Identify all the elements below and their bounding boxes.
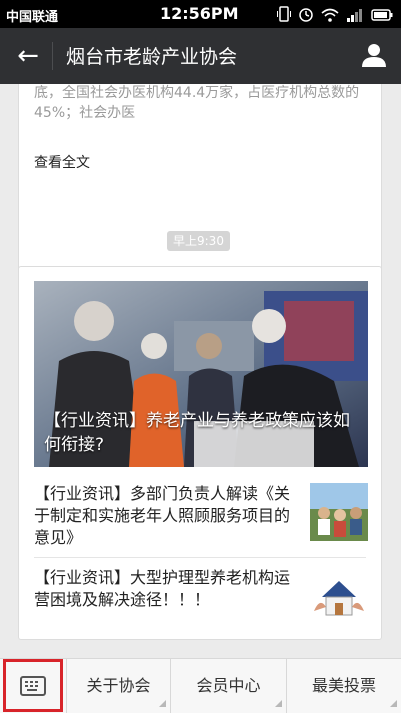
cover-caption: 【行业资讯】养老产业与养老政策应该如何衔接? [44, 411, 350, 455]
menu-tab-about[interactable]: 关于协会 [66, 659, 170, 713]
nav-divider [52, 42, 53, 70]
news-item[interactable]: 【行业资讯】大型护理型养老机构运营困境及解决途径！！！ [34, 565, 368, 639]
back-arrow-icon: ← [17, 41, 39, 71]
user-profile-button[interactable] [361, 42, 387, 68]
message-timestamp: 早上9:30 [167, 231, 230, 251]
signal-icon [346, 7, 364, 26]
submenu-indicator-icon [390, 700, 397, 707]
wifi-icon [321, 7, 339, 26]
nav-bar: ← 烟台市老龄产业协会 [0, 28, 401, 84]
news-item[interactable]: 【行业资讯】多部门负责人解读《关于制定和实施老年人照顾服务项目的意见》 [34, 481, 368, 555]
battery-icon [371, 7, 393, 26]
vibrate-icon [277, 6, 291, 26]
read-full-link[interactable]: 查看全文 [34, 152, 90, 172]
news-item-thumbnail [310, 567, 368, 625]
cover-article[interactable]: 【行业资讯】养老产业与养老政策应该如何衔接? [34, 281, 368, 467]
status-icons [277, 6, 393, 26]
bottom-menu: 关于协会 会员中心 最美投票 [0, 658, 401, 713]
keyboard-icon [20, 676, 46, 696]
alarm-icon [298, 6, 314, 26]
page-title: 烟台市老龄产业协会 [66, 46, 238, 68]
menu-tab-label: 最美投票 [311, 676, 376, 695]
news-item-title: 【行业资讯】多部门负责人解读《关于制定和实施老年人照顾服务项目的意见》 [34, 484, 291, 547]
news-item-title: 【行业资讯】大型护理型养老机构运营困境及解决途径！！！ [34, 568, 291, 609]
news-item-thumbnail [310, 483, 368, 541]
menu-tab-vote[interactable]: 最美投票 [286, 659, 401, 713]
list-divider [34, 557, 366, 558]
message-list[interactable]: 底，全国社会办医机构44.4万家，占医疗机构总数的45%；社会办医 查看全文 早… [0, 84, 401, 658]
carrier-label: 中国联通 [6, 10, 59, 25]
status-bar: 中国联通 12:56PM [0, 0, 401, 28]
menu-tab-label: 会员中心 [196, 676, 261, 695]
menu-tab-member[interactable]: 会员中心 [170, 659, 286, 713]
menu-tab-label: 关于协会 [86, 676, 151, 695]
user-icon [362, 44, 386, 67]
submenu-indicator-icon [275, 700, 282, 707]
back-button[interactable]: ← [12, 38, 44, 74]
news-card: 【行业资讯】养老产业与养老政策应该如何衔接? 【行业资讯】多部门负责人解读《关于… [18, 266, 382, 640]
article-excerpt: 底，全国社会办医机构44.4万家，占医疗机构总数的45%；社会办医 [34, 85, 360, 121]
clock: 12:56PM [160, 4, 239, 23]
submenu-indicator-icon [159, 700, 166, 707]
keyboard-toggle-button[interactable] [3, 659, 63, 712]
